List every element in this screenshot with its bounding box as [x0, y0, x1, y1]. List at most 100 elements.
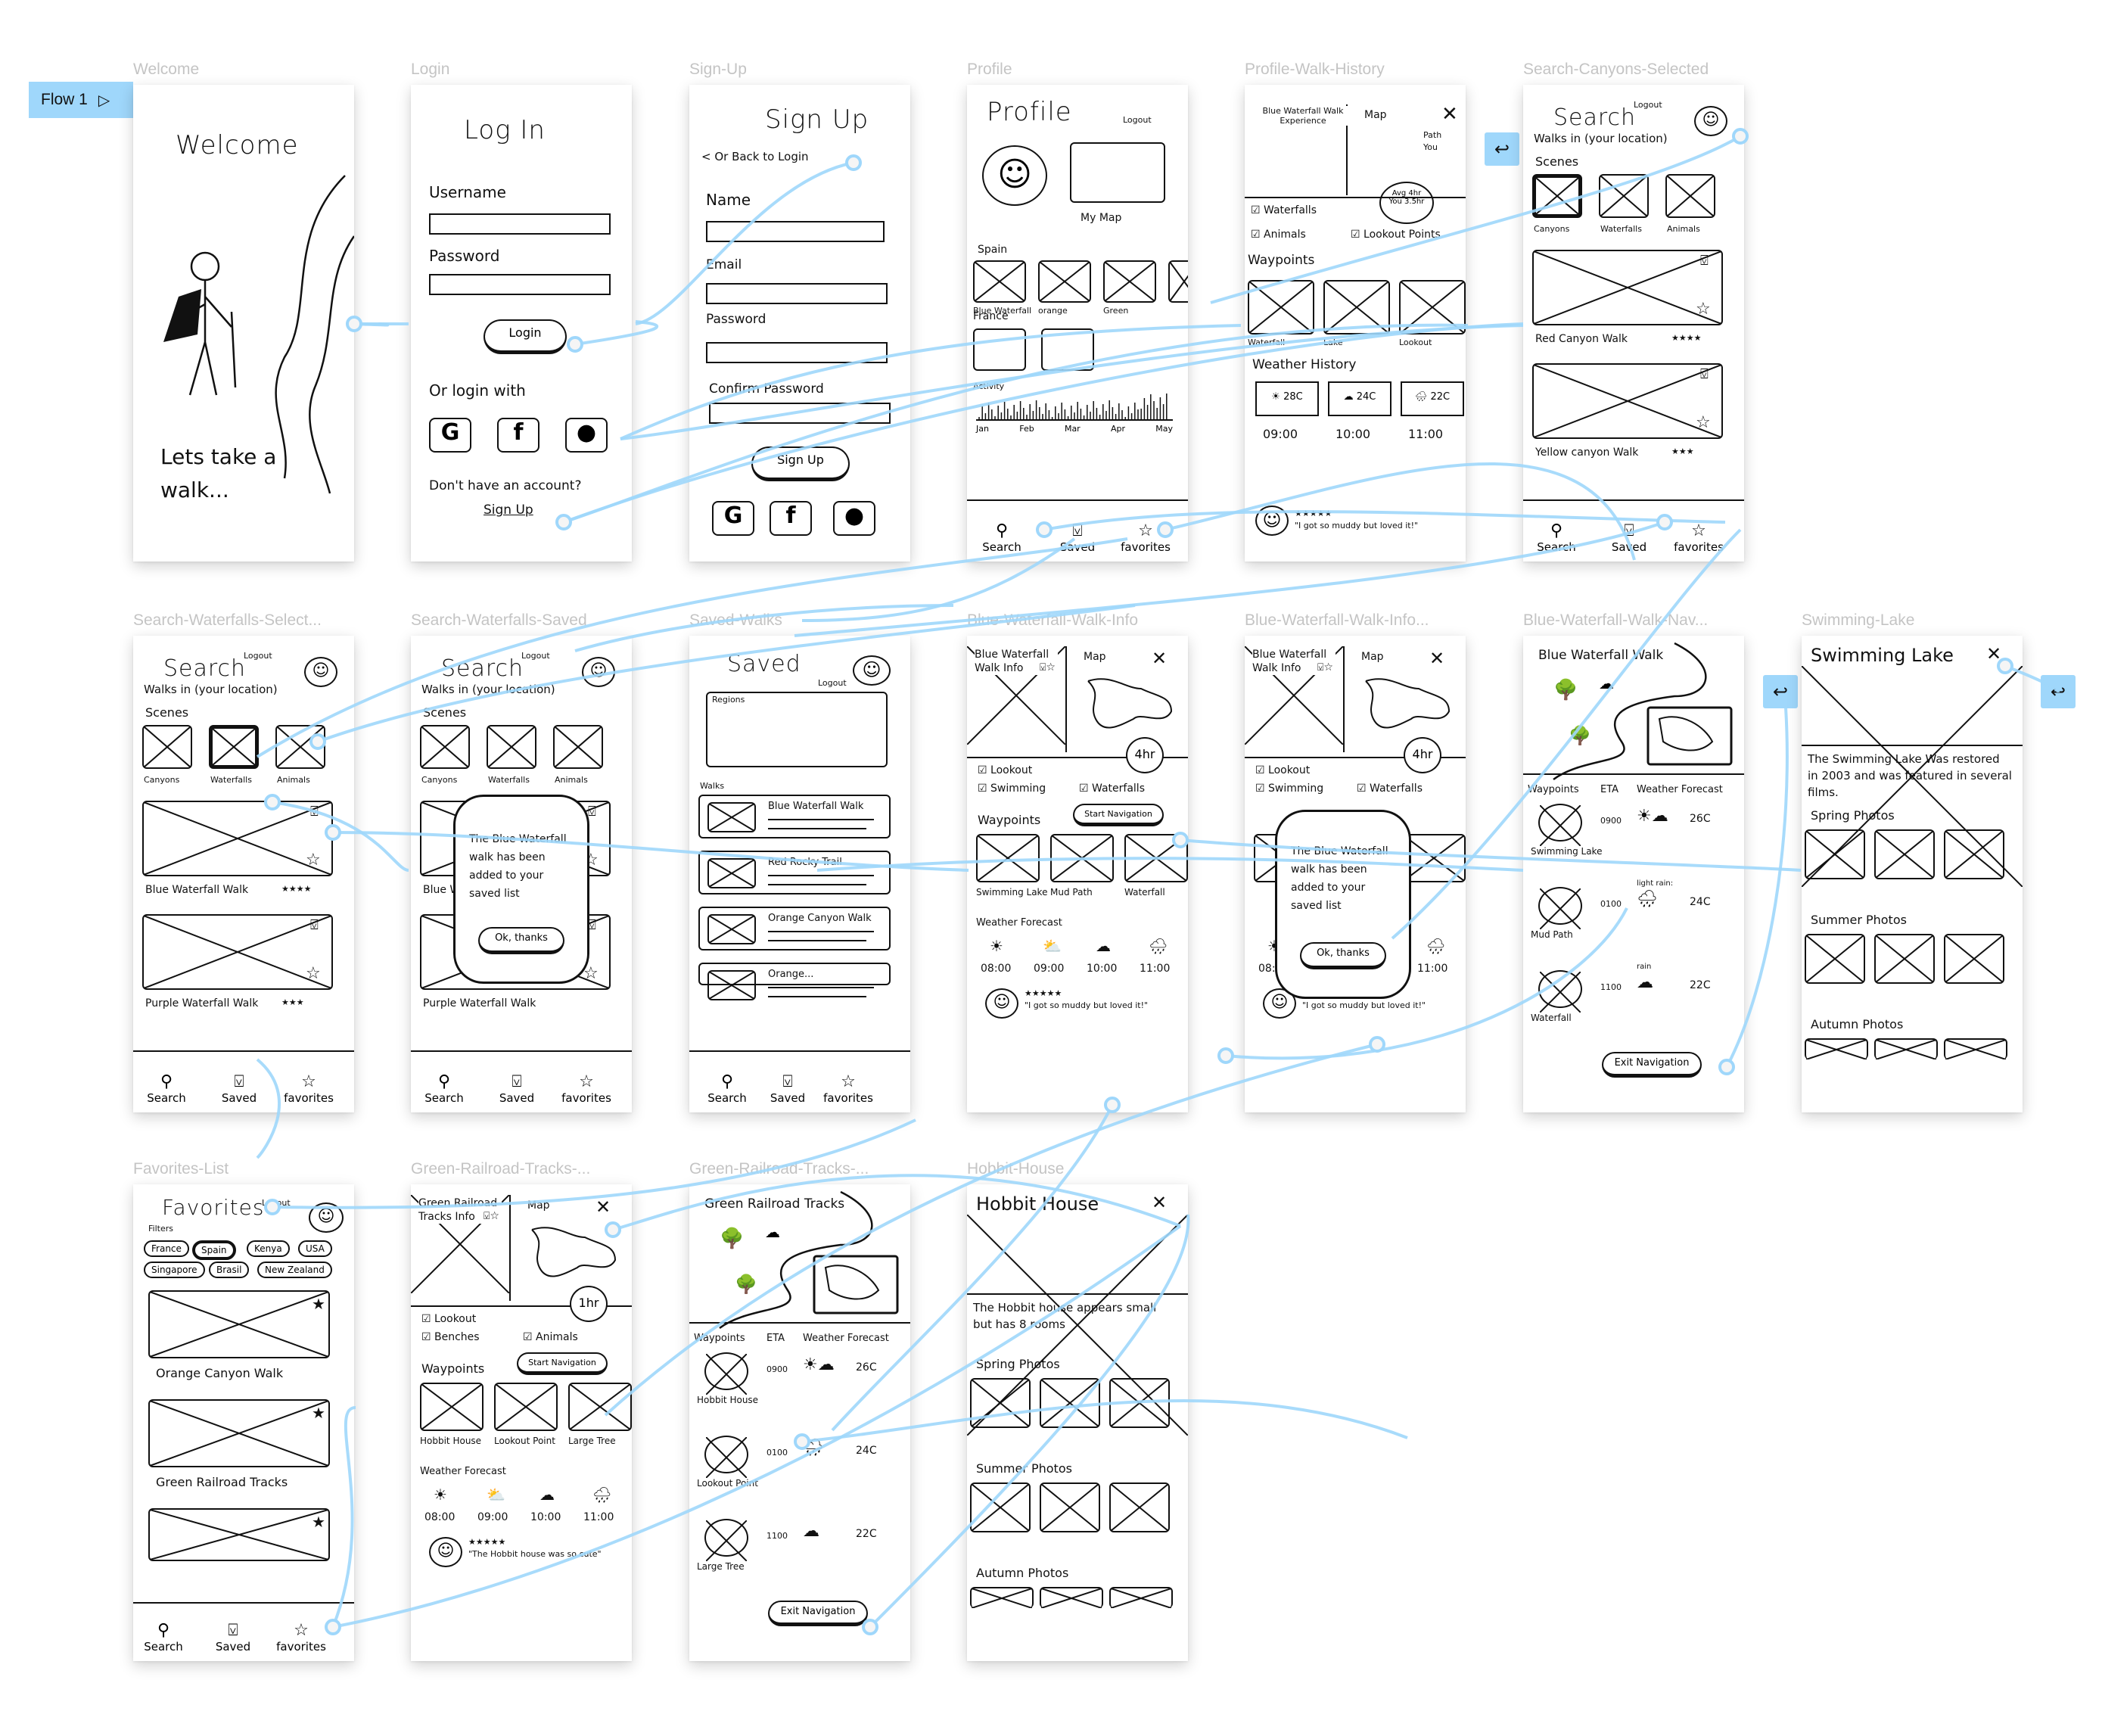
scene-filter[interactable] — [1532, 174, 1582, 218]
saved-walk-item[interactable]: Orange... — [698, 963, 891, 1000]
back-to-login-link[interactable]: < Or Back to Login — [701, 150, 809, 163]
avatar[interactable]: ☺ — [853, 655, 891, 686]
nav-saved[interactable]: ⍌ Saved — [1047, 522, 1108, 555]
nav-saved[interactable]: ⍌ Saved — [209, 1073, 269, 1106]
waypoint-image[interactable] — [494, 1383, 558, 1431]
waypoint-image[interactable] — [1323, 280, 1390, 334]
waypoint-label[interactable]: Mud Path — [1050, 887, 1093, 898]
walk-thumbnail[interactable] — [1038, 260, 1091, 303]
walk-thumbnail[interactable] — [707, 970, 756, 1000]
waypoint-marker[interactable] — [704, 1519, 748, 1557]
logout-link[interactable]: Logout — [818, 678, 847, 688]
walk-thumbnail[interactable] — [1168, 260, 1188, 303]
filter-chip[interactable]: New Zealand — [257, 1262, 332, 1278]
nav-favorites[interactable]: ☆ favorites — [1115, 522, 1176, 555]
saved-walk-item[interactable]: Orange Canyon Walk — [698, 907, 891, 950]
my-map-image[interactable] — [1070, 142, 1165, 203]
bookmark-star-icons[interactable]: ⍌☆ — [484, 1210, 499, 1222]
waypoint-label[interactable]: Large Tree — [568, 1436, 616, 1446]
bookmark-star-icons[interactable]: ⍌☆ — [1040, 661, 1056, 674]
nav-saved[interactable]: ⍌ Saved — [487, 1073, 547, 1106]
ok-thanks-button[interactable]: Ok, thanks — [478, 927, 564, 954]
start-navigation-button[interactable]: Start Navigation — [1073, 804, 1164, 826]
back-arrow-icon[interactable]: ↩ — [2041, 675, 2076, 708]
bookmark-icon[interactable]: ⍌ — [1700, 253, 1709, 269]
route-map[interactable] — [1358, 674, 1457, 742]
walk-thumbnail[interactable] — [1103, 260, 1156, 303]
password-input[interactable] — [429, 274, 611, 295]
photo-thumbnail[interactable] — [1040, 1482, 1100, 1532]
filter-chip[interactable]: Kenya — [247, 1240, 290, 1257]
waypoint-label[interactable]: Lookout Point — [494, 1436, 555, 1446]
bookmark-icon[interactable]: ⍌ — [310, 804, 319, 820]
waypoint-marker[interactable] — [1538, 804, 1582, 842]
star-filled-icon[interactable]: ★ — [312, 1295, 325, 1313]
scene-filter[interactable] — [142, 725, 192, 769]
waypoint-image[interactable] — [568, 1383, 632, 1431]
email-input[interactable] — [706, 283, 888, 304]
logout-link[interactable]: Logout — [1634, 100, 1662, 110]
photo-thumbnail[interactable] — [1874, 829, 1935, 879]
photo-thumbnail[interactable] — [1109, 1587, 1173, 1608]
star-icon[interactable]: ☆ — [306, 851, 321, 870]
exit-navigation-button[interactable]: Exit Navigation — [1602, 1052, 1702, 1078]
waypoint-marker[interactable] — [704, 1436, 748, 1473]
waypoint-image[interactable] — [1050, 834, 1114, 882]
walk-thumbnail[interactable] — [973, 260, 1026, 303]
bookmark-icon[interactable]: ⍌ — [588, 804, 596, 820]
waypoint-label[interactable]: Waterfall — [1124, 887, 1165, 898]
photo-thumbnail[interactable] — [1874, 934, 1935, 984]
back-arrow-icon[interactable]: ↩ — [1485, 132, 1519, 166]
nav-search[interactable]: ⚲ Search — [697, 1073, 757, 1106]
nav-search[interactable]: ⚲ Search — [972, 522, 1032, 555]
login-button[interactable]: Login — [484, 319, 567, 354]
photo-thumbnail[interactable] — [1109, 1482, 1170, 1532]
star-filled-icon[interactable]: ★ — [312, 1404, 325, 1422]
walk-result-image[interactable] — [142, 801, 333, 876]
nav-search[interactable]: ⚲ Search — [133, 1622, 194, 1654]
nav-saved[interactable]: ⍌ Saved — [757, 1073, 818, 1106]
ok-thanks-button[interactable]: Ok, thanks — [1300, 942, 1386, 969]
waypoint-name[interactable]: Swimming Lake — [1531, 846, 1602, 857]
waypoint-name[interactable]: Waterfall — [1531, 1013, 1572, 1023]
photo-thumbnail[interactable] — [1109, 1378, 1170, 1428]
photo-thumbnail[interactable] — [1944, 934, 2004, 984]
logout-link[interactable]: Logout — [521, 651, 550, 661]
route-map[interactable] — [524, 1222, 623, 1290]
waypoint-image[interactable] — [420, 1383, 484, 1431]
close-icon[interactable]: ✕ — [1441, 103, 1458, 126]
exit-navigation-button[interactable]: Exit Navigation — [768, 1601, 868, 1626]
back-arrow-icon[interactable]: ↩ — [1763, 675, 1798, 708]
google-login-button[interactable]: G — [712, 501, 754, 536]
nav-search[interactable]: ⚲ Search — [414, 1073, 474, 1106]
photo-thumbnail[interactable] — [1040, 1587, 1103, 1608]
avatar[interactable]: ☺ — [1694, 106, 1727, 136]
waypoint-image[interactable] — [976, 834, 1040, 882]
filter-chip[interactable]: Singapore — [144, 1262, 205, 1278]
bookmark-icon[interactable]: ⍌ — [1700, 366, 1709, 382]
password-input[interactable] — [706, 342, 888, 363]
confirm-password-input[interactable] — [709, 403, 891, 424]
flow-start-tag[interactable]: Flow 1 ▷ — [29, 82, 133, 118]
waypoint-label[interactable]: Hobbit House — [420, 1436, 481, 1446]
signup-link[interactable]: Sign Up — [484, 502, 533, 518]
photo-thumbnail[interactable] — [1944, 829, 2004, 879]
nav-favorites[interactable]: ☆ favorites — [271, 1622, 331, 1654]
walk-result-image[interactable] — [142, 914, 333, 990]
filter-chip[interactable]: Spain — [192, 1240, 236, 1260]
scene-filter[interactable] — [209, 725, 259, 769]
logout-link[interactable]: Logout — [1123, 115, 1152, 125]
play-icon[interactable]: ▷ — [98, 91, 110, 110]
waypoint-marker[interactable] — [1538, 887, 1582, 925]
close-icon[interactable]: ✕ — [1986, 643, 2001, 664]
photo-thumbnail[interactable] — [1874, 1038, 1938, 1059]
star-icon[interactable]: ☆ — [1696, 413, 1711, 432]
filter-chip[interactable]: Brasil — [209, 1262, 250, 1278]
scene-filter[interactable] — [420, 725, 470, 769]
waypoint-image[interactable] — [1248, 280, 1314, 334]
photo-thumbnail[interactable] — [970, 1587, 1034, 1608]
avatar[interactable]: ☺ — [309, 1202, 344, 1233]
nav-favorites[interactable]: ☆ favorites — [818, 1073, 878, 1106]
filter-chip[interactable]: France — [144, 1240, 189, 1257]
logout-link[interactable]: Logout — [244, 651, 272, 661]
